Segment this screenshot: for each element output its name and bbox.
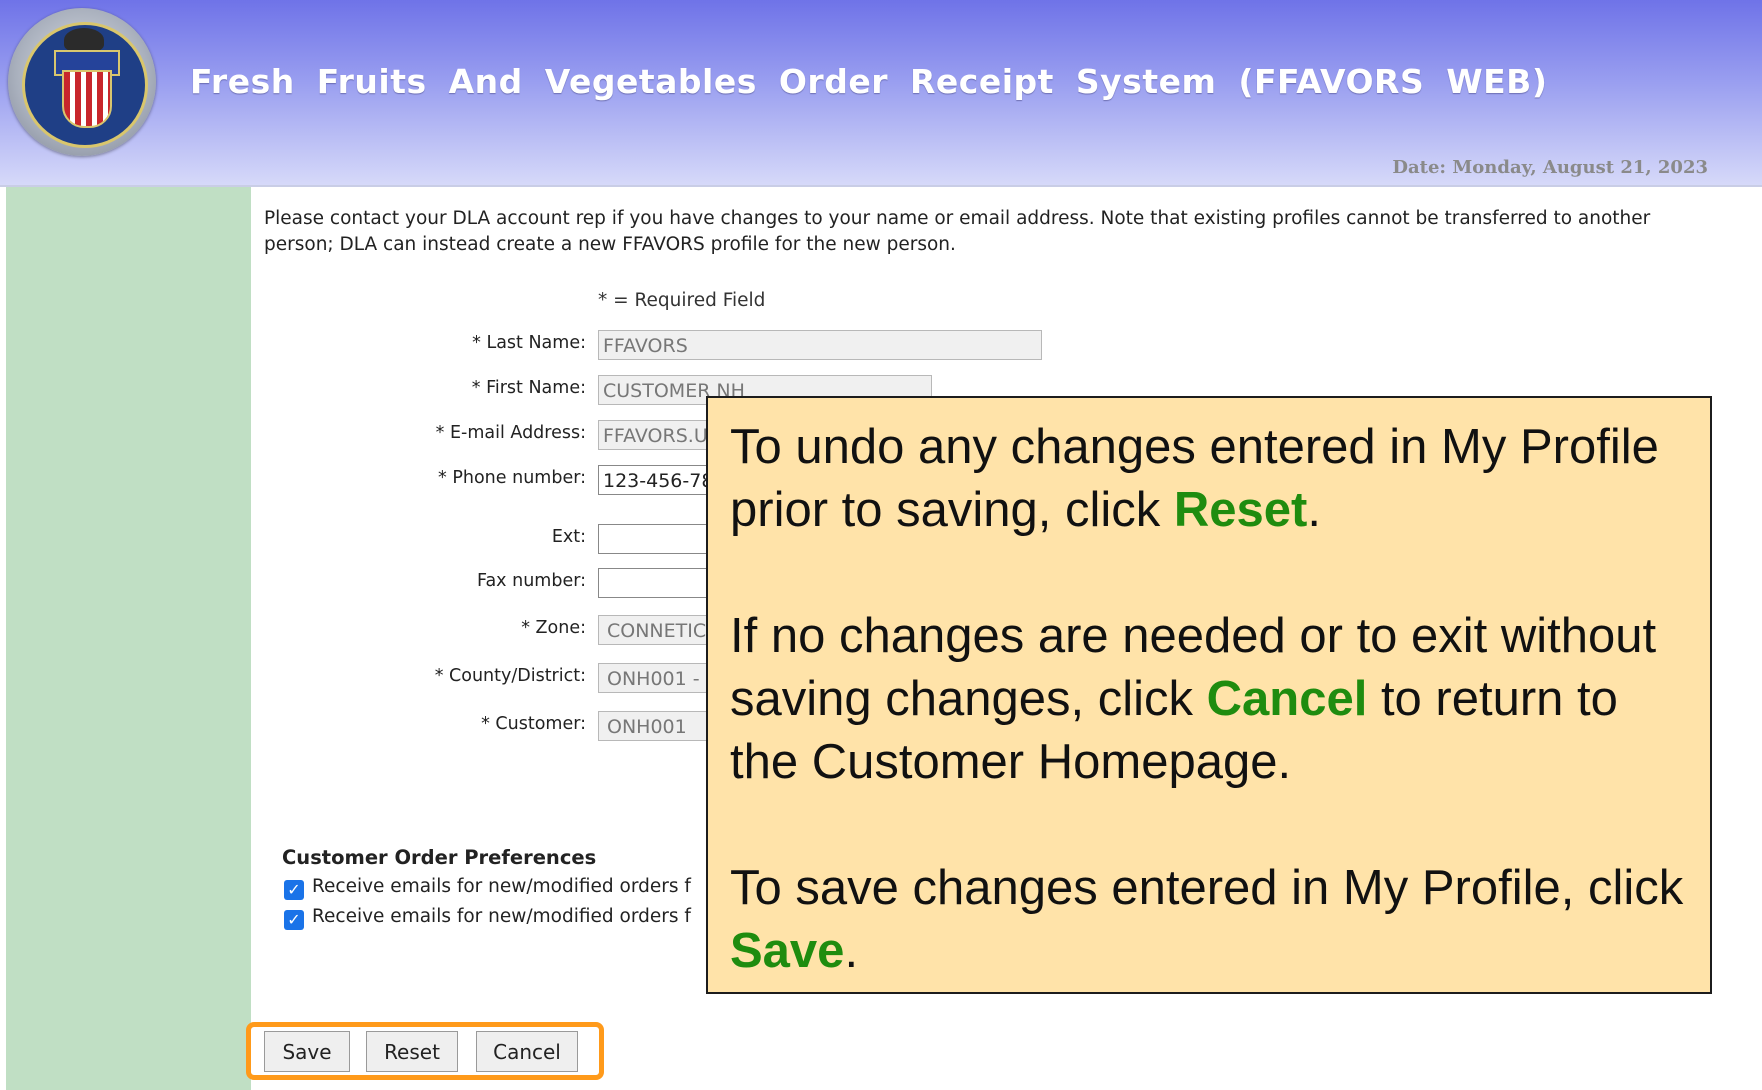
fax-field[interactable] (598, 568, 710, 598)
first-name-label: * First Name: (471, 378, 586, 398)
last-name-field[interactable]: FFAVORS (598, 330, 1042, 360)
app-header: Fresh Fruits And Vegetables Order Receip… (0, 0, 1762, 187)
county-row: * County/District: (260, 663, 586, 693)
instruction-callout: To undo any changes entered in My Profil… (706, 396, 1712, 994)
phone-row: * Phone number: (260, 465, 586, 495)
save-button[interactable]: Save (264, 1031, 350, 1072)
callout-keyword-save: Save (730, 924, 845, 978)
fax-row: Fax number: (260, 568, 586, 598)
current-date: Date: Monday, August 21, 2023 (1392, 157, 1708, 178)
required-field-note: * = Required Field (598, 290, 766, 311)
checkbox-checked-icon[interactable]: ✓ (284, 880, 304, 900)
last-name-label: * Last Name: (472, 333, 586, 353)
reset-button[interactable]: Reset (366, 1031, 458, 1072)
last-name-row: * Last Name: (260, 330, 586, 360)
email-field[interactable]: FFAVORS.U (598, 420, 710, 450)
callout-keyword-reset: Reset (1173, 483, 1308, 537)
dla-seal-logo (8, 8, 156, 156)
fax-label: Fax number: (477, 571, 586, 591)
customer-row: * Customer: (260, 711, 586, 741)
county-select[interactable]: ONH001 - (598, 663, 710, 693)
ext-field[interactable] (598, 524, 710, 554)
customer-select[interactable]: ONH001 (598, 711, 710, 741)
order-preferences-title: Customer Order Preferences (282, 846, 597, 869)
checkbox-checked-icon[interactable]: ✓ (284, 910, 304, 930)
first-name-row: * First Name: (260, 375, 586, 405)
app-title: Fresh Fruits And Vegetables Order Receip… (190, 62, 1548, 101)
pref-item[interactable]: ✓ Receive emails for new/modified orders … (284, 876, 691, 900)
phone-label: * Phone number: (438, 468, 586, 488)
callout-save-text: To save changes entered in My Profile, c… (730, 861, 1684, 978)
email-row: * E-mail Address: (260, 420, 586, 450)
zone-select[interactable]: CONNETIC (598, 615, 710, 645)
phone-field[interactable]: 123-456-78 (598, 465, 710, 495)
callout-keyword-cancel: Cancel (1206, 672, 1368, 726)
zone-row: * Zone: (260, 615, 586, 645)
ext-label: Ext: (551, 527, 586, 547)
email-label: * E-mail Address: (435, 423, 586, 443)
callout-reset-text: To undo any changes entered in My Profil… (730, 420, 1659, 537)
profile-notice: Please contact your DLA account rep if y… (264, 208, 1651, 255)
pref-label: Receive emails for new/modified orders f (312, 906, 691, 927)
ext-row: Ext: (260, 524, 586, 554)
customer-label: * Customer: (481, 714, 586, 734)
cancel-button[interactable]: Cancel (476, 1031, 578, 1072)
left-sidebar (6, 187, 251, 1090)
pref-label: Receive emails for new/modified orders f (312, 876, 691, 897)
callout-cancel-text: If no changes are needed or to exit with… (730, 609, 1657, 789)
county-label: * County/District: (434, 666, 586, 686)
zone-label: * Zone: (521, 618, 586, 638)
pref-item[interactable]: ✓ Receive emails for new/modified orders … (284, 906, 691, 930)
